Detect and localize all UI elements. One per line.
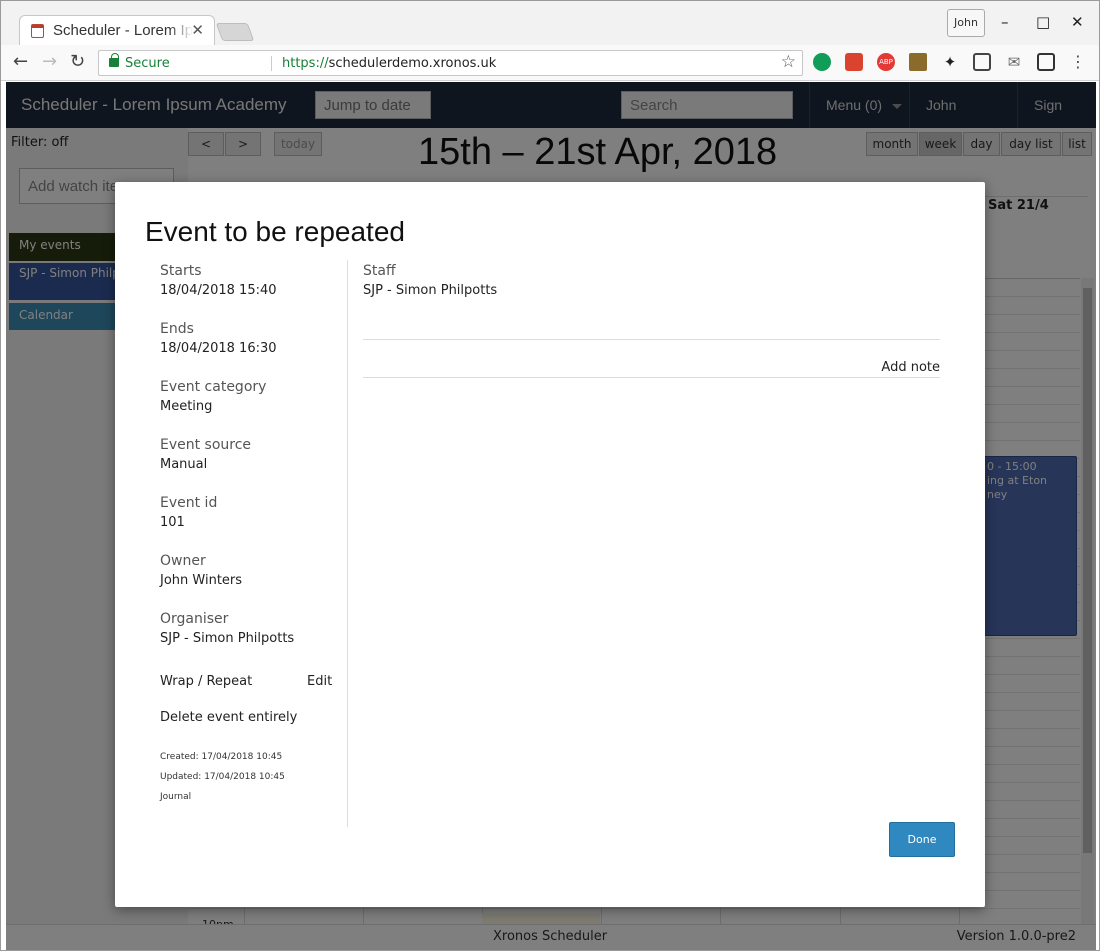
minimize-icon[interactable]: – xyxy=(1001,13,1009,31)
field-event-id: Event id 101 xyxy=(160,494,345,532)
address-bar[interactable]: Secure https://schedulerdemo.xronos.uk ☆ xyxy=(98,50,803,76)
calendar-favicon-icon xyxy=(31,24,44,38)
new-tab-button[interactable] xyxy=(215,23,255,41)
field-value: Meeting xyxy=(160,399,213,414)
updated-timestamp: Updated: 17/04/2018 10:45 xyxy=(160,772,285,782)
field-label: Event source xyxy=(160,437,252,453)
field-value: 101 xyxy=(160,515,185,530)
field-label: Event category xyxy=(160,379,267,395)
event-modal: Event to be repeated Starts 18/04/2018 1… xyxy=(115,182,985,907)
lock-icon xyxy=(109,53,119,67)
url-text: https://schedulerdemo.xronos.uk xyxy=(282,56,497,71)
field-source: Event source Manual xyxy=(160,436,345,474)
reload-icon[interactable]: ↻ xyxy=(70,51,85,72)
tab-close-icon[interactable]: ✕ xyxy=(191,21,204,39)
footprint-icon[interactable]: ✦ xyxy=(941,53,959,71)
field-starts: Starts 18/04/2018 15:40 xyxy=(160,262,345,300)
delete-event-link[interactable]: Delete event entirely xyxy=(160,710,297,725)
field-value: John Winters xyxy=(160,573,243,588)
field-value: Manual xyxy=(160,457,208,472)
field-value: 18/04/2018 15:40 xyxy=(160,283,277,298)
staff-label: Staff xyxy=(363,263,396,279)
extension-red-icon[interactable] xyxy=(845,53,863,71)
browser-toolbar: ← → ↻ Secure https://schedulerdemo.xrono… xyxy=(1,45,1099,81)
event-details: Starts 18/04/2018 15:40 Ends 18/04/2018 … xyxy=(160,262,345,668)
field-ends: Ends 18/04/2018 16:30 xyxy=(160,320,345,358)
browser-titlebar: Scheduler - Lorem Ipsum Academy ✕ John –… xyxy=(1,1,1099,46)
fullscreen-icon[interactable] xyxy=(1037,53,1055,71)
done-button[interactable]: Done xyxy=(889,822,955,857)
field-label: Organiser xyxy=(160,611,229,627)
modal-column-divider xyxy=(347,260,348,827)
field-label: Owner xyxy=(160,553,206,569)
created-timestamp: Created: 17/04/2018 10:45 xyxy=(160,752,283,762)
hangouts-icon[interactable] xyxy=(813,53,831,71)
field-organiser: Organiser SJP - Simon Philpotts xyxy=(160,610,345,648)
chrome-menu-icon[interactable]: ⋮ xyxy=(1069,53,1087,71)
browser-tab[interactable]: Scheduler - Lorem Ipsum Academy ✕ xyxy=(19,15,215,46)
wrap-repeat-label: Wrap / Repeat xyxy=(160,674,253,689)
staff-value: SJP - Simon Philpotts xyxy=(363,283,498,298)
notes-divider xyxy=(363,377,940,378)
house-icon[interactable] xyxy=(909,53,927,71)
field-owner: Owner John Winters xyxy=(160,552,345,590)
profile-button[interactable]: John xyxy=(947,9,985,37)
field-value: 18/04/2018 16:30 xyxy=(160,341,277,356)
back-arrow-icon[interactable]: ← xyxy=(13,51,28,72)
address-separator xyxy=(271,56,272,71)
lightbulb-icon[interactable] xyxy=(973,53,991,71)
field-label: Ends xyxy=(160,321,194,337)
maximize-icon[interactable]: □ xyxy=(1036,13,1050,31)
tab-title: Scheduler - Lorem Ipsum Academy xyxy=(53,22,193,39)
modal-title: Event to be repeated xyxy=(145,216,405,247)
adblock-icon[interactable]: ABP xyxy=(877,53,895,71)
notes-divider xyxy=(363,339,940,340)
mail-check-icon[interactable]: ✉ xyxy=(1005,53,1023,71)
field-value: SJP - Simon Philpotts xyxy=(160,631,295,646)
staff-section: Staff SJP - Simon Philpotts xyxy=(363,262,940,300)
bookmark-star-icon[interactable]: ☆ xyxy=(781,52,796,72)
field-category: Event category Meeting xyxy=(160,378,345,416)
field-label: Starts xyxy=(160,263,202,279)
edit-repeat-link[interactable]: Edit xyxy=(307,674,332,689)
add-note-link[interactable]: Add note xyxy=(881,360,940,375)
journal-link[interactable]: Journal xyxy=(160,792,191,802)
secure-label: Secure xyxy=(125,56,170,71)
forward-arrow-icon[interactable]: → xyxy=(42,51,57,72)
close-window-icon[interactable]: ✕ xyxy=(1071,13,1084,31)
field-label: Event id xyxy=(160,495,218,511)
